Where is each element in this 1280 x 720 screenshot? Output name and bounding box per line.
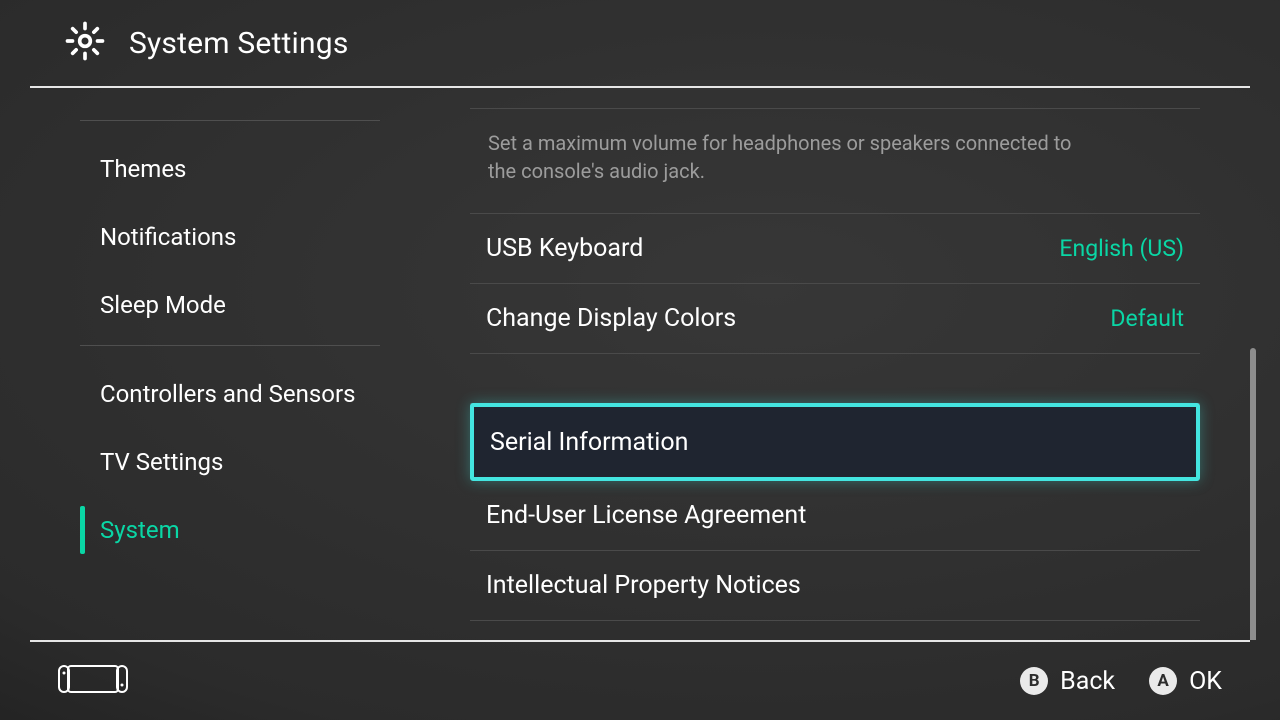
sidebar-item-label: Notifications (100, 223, 236, 251)
sidebar-item-label: Sleep Mode (100, 291, 226, 319)
sidebar-item-controllers[interactable]: Controllers and Sensors (0, 360, 410, 428)
row-change-display-colors[interactable]: Change Display Colors Default (470, 284, 1200, 354)
ok-label: OK (1189, 667, 1222, 696)
header: System Settings (0, 0, 1280, 86)
sidebar-item-notifications[interactable]: Notifications (0, 203, 410, 271)
page-title: System Settings (129, 26, 349, 61)
scrollbar[interactable] (1250, 348, 1256, 640)
row-label: Intellectual Property Notices (486, 571, 801, 600)
row-label: USB Keyboard (486, 234, 643, 263)
sidebar-item-label: System (100, 516, 180, 544)
b-button-icon: B (1020, 667, 1048, 695)
row-value: English (US) (1059, 235, 1184, 262)
gear-icon (65, 21, 105, 65)
sidebar-item-sleep-mode[interactable]: Sleep Mode (0, 271, 410, 339)
sidebar-item-label: Controllers and Sensors (100, 380, 356, 408)
setting-description: Set a maximum volume for headphones or s… (470, 108, 1200, 214)
sidebar-item-label: TV Settings (100, 448, 223, 476)
sidebar-item-system[interactable]: System (0, 496, 410, 564)
footer: B Back A OK (0, 642, 1280, 720)
row-eula[interactable]: End-User License Agreement (470, 481, 1200, 551)
row-label: Serial Information (490, 428, 688, 457)
sidebar-item-label: Themes (100, 155, 186, 183)
row-serial-information[interactable]: Serial Information (470, 403, 1200, 481)
back-button-hint[interactable]: B Back (1020, 667, 1115, 696)
row-label: Change Display Colors (486, 304, 736, 333)
sidebar-divider (80, 120, 380, 129)
sidebar: Themes Notifications Sleep Mode Controll… (0, 88, 410, 640)
section-gap (470, 354, 1200, 404)
row-ip-notices[interactable]: Intellectual Property Notices (470, 551, 1200, 621)
row-usb-keyboard[interactable]: USB Keyboard English (US) (470, 214, 1200, 284)
sidebar-divider (80, 345, 380, 354)
sidebar-item-tv-settings[interactable]: TV Settings (0, 428, 410, 496)
row-label: End-User License Agreement (486, 501, 806, 530)
back-label: Back (1060, 667, 1115, 696)
a-button-icon: A (1149, 667, 1177, 695)
row-peek[interactable]: Wireless Trials (470, 621, 1200, 633)
sidebar-item-themes[interactable]: Themes (0, 135, 410, 203)
main-panel: Set a maximum volume for headphones or s… (410, 88, 1260, 640)
row-value: Default (1110, 305, 1184, 332)
ok-button-hint[interactable]: A OK (1149, 667, 1222, 696)
console-icon (58, 664, 128, 698)
